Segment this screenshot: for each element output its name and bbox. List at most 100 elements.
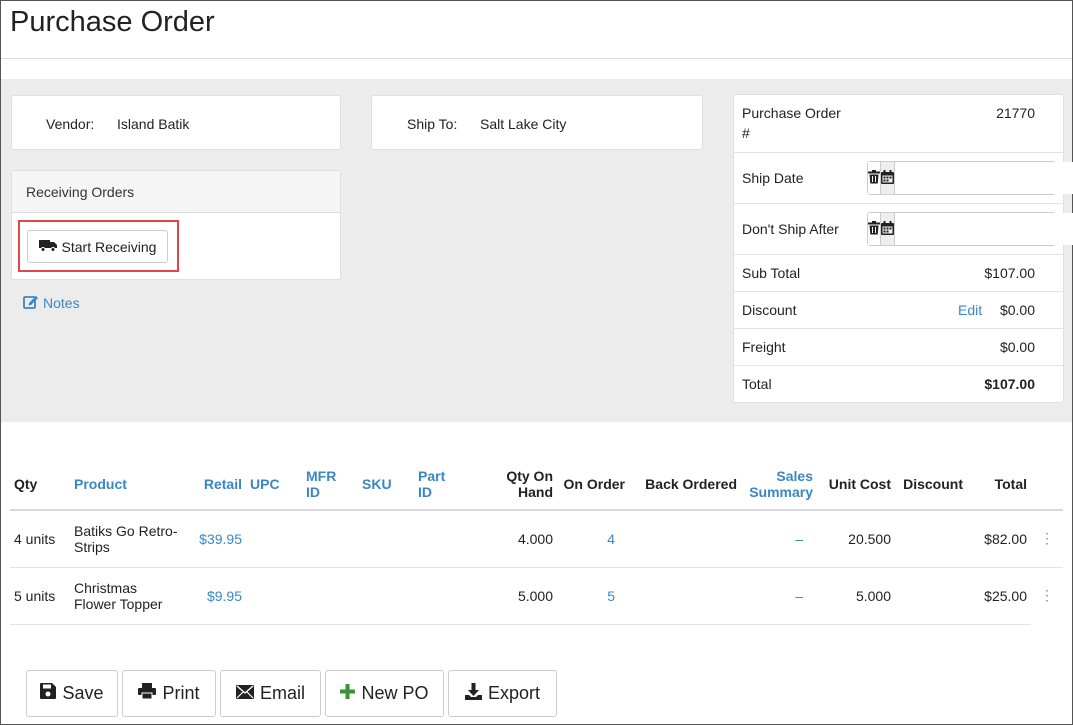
row-sku xyxy=(358,567,414,625)
notes-label: Notes xyxy=(43,295,80,311)
row-on-order[interactable]: 5 xyxy=(557,567,629,625)
new-po-button[interactable]: New PO xyxy=(325,670,444,717)
col-discount: Discount xyxy=(895,458,967,511)
plus-icon xyxy=(340,683,356,704)
table-row: 5 units Christmas Flower Topper $9.95 5.0… xyxy=(10,567,1063,625)
print-label: Print xyxy=(162,683,200,703)
col-back-ordered: Back Ordered xyxy=(629,458,741,511)
dont-ship-after-row: Don't Ship After xyxy=(734,204,1073,255)
subtotal-label: Sub Total xyxy=(742,265,801,281)
col-on-order: On Order xyxy=(557,458,629,511)
row-part-id xyxy=(414,510,466,568)
ship-date-input[interactable] xyxy=(895,162,1073,194)
total-row: Total $107.00 xyxy=(734,366,1063,403)
row-product: Batiks Go Retro- Strips xyxy=(70,510,188,568)
col-part-id-line2: ID xyxy=(418,483,432,500)
col-mfr-id-line1: MFR xyxy=(306,467,337,484)
col-upc[interactable]: UPC xyxy=(246,458,302,511)
row-mfr-id xyxy=(302,510,358,568)
save-button[interactable]: Save xyxy=(26,670,118,717)
po-number-label-hash: # xyxy=(742,125,750,141)
col-product[interactable]: Product xyxy=(70,458,188,511)
envelope-icon xyxy=(235,683,254,704)
vertical-dots-icon[interactable]: ⋮ xyxy=(1031,510,1063,568)
edit-icon xyxy=(23,294,39,312)
calendar-icon xyxy=(881,169,894,187)
discount-row: Discount Edit $0.00 xyxy=(734,292,1063,329)
row-on-order[interactable]: 4 xyxy=(557,510,629,568)
col-sales-summary-line2: Summary xyxy=(749,483,813,500)
ship-to-card: Ship To: Salt Lake City xyxy=(371,95,703,150)
col-part-id[interactable]: Part ID xyxy=(414,458,466,511)
row-upc xyxy=(246,510,302,568)
ship-date-picker xyxy=(867,161,1073,195)
row-discount xyxy=(895,510,967,568)
col-retail[interactable]: Retail xyxy=(188,458,246,511)
row-product: Christmas Flower Topper xyxy=(70,567,188,625)
total-label: Total xyxy=(742,376,772,392)
col-sku[interactable]: SKU xyxy=(358,458,414,511)
col-qty-on-hand: Qty On Hand xyxy=(466,458,557,511)
export-button[interactable]: Export xyxy=(448,670,557,717)
discount-label: Discount xyxy=(742,302,797,318)
ship-to-label: Ship To: xyxy=(407,116,458,132)
print-button[interactable]: Print xyxy=(122,670,216,717)
row-qty: 5 units xyxy=(10,567,70,625)
ship-date-clear-button[interactable] xyxy=(868,162,881,194)
new-po-label: New PO xyxy=(361,683,429,703)
trash-icon xyxy=(868,169,880,187)
start-receiving-label: Start Receiving xyxy=(61,238,157,255)
row-qty-on-hand: 4.000 xyxy=(466,510,557,568)
row-product-line2: Flower Topper xyxy=(74,595,163,612)
title-divider xyxy=(1,58,1072,59)
dont-ship-after-label: Don't Ship After xyxy=(742,221,839,237)
row-unit-cost: 20.500 xyxy=(817,510,895,568)
email-label: Email xyxy=(259,683,305,703)
row-part-id xyxy=(414,567,466,625)
total-value: $107.00 xyxy=(984,376,1035,392)
line-items-table: Qty Product Retail UPC MFR ID SKU Part ID … xyxy=(10,458,1063,625)
dont-ship-after-calendar-button[interactable] xyxy=(881,213,895,245)
discount-edit-link[interactable]: Edit xyxy=(958,302,982,318)
row-back-ordered xyxy=(629,567,741,625)
discount-value: $0.00 xyxy=(999,302,1035,318)
col-actions xyxy=(1031,458,1063,511)
col-sales-summary[interactable]: Sales Summary xyxy=(741,458,817,511)
freight-label: Freight xyxy=(742,339,786,355)
row-product-line1: Batiks Go Retro- xyxy=(74,522,178,539)
dont-ship-after-input[interactable] xyxy=(895,213,1073,245)
ship-date-label: Ship Date xyxy=(742,170,804,186)
row-sales-summary[interactable]: – xyxy=(741,567,817,625)
col-qty: Qty xyxy=(10,458,70,511)
receiving-orders-card: Receiving Orders Start Receiving xyxy=(11,170,341,280)
download-icon xyxy=(464,682,482,705)
row-qty-on-hand: 5.000 xyxy=(466,567,557,625)
vendor-label: Vendor: xyxy=(46,116,95,132)
page-title: Purchase Order xyxy=(10,6,215,38)
print-icon xyxy=(138,683,157,704)
notes-link[interactable]: Notes xyxy=(23,294,80,312)
row-retail[interactable]: $9.95 xyxy=(188,567,246,625)
vendor-value: Island Batik xyxy=(117,116,190,132)
row-retail[interactable]: $39.95 xyxy=(188,510,246,568)
po-number-value: 21770 xyxy=(996,105,1035,121)
col-total: Total xyxy=(967,458,1031,511)
col-mfr-id[interactable]: MFR ID xyxy=(302,458,358,511)
vertical-dots-icon[interactable]: ⋮ xyxy=(1031,567,1063,624)
row-total: $82.00 xyxy=(967,510,1031,568)
subtotal-value: $107.00 xyxy=(984,265,1035,281)
col-sales-summary-line1: Sales xyxy=(776,467,813,484)
row-mfr-id xyxy=(302,567,358,625)
dont-ship-after-clear-button[interactable] xyxy=(868,213,881,245)
row-unit-cost: 5.000 xyxy=(817,567,895,625)
row-qty: 4 units xyxy=(10,510,70,568)
save-icon xyxy=(40,683,57,704)
email-button[interactable]: Email xyxy=(220,670,321,717)
start-receiving-button[interactable]: Start Receiving xyxy=(27,230,168,263)
save-label: Save xyxy=(62,683,104,703)
trash-icon xyxy=(868,220,880,238)
freight-row: Freight $0.00 xyxy=(734,329,1063,366)
row-total: $25.00 xyxy=(967,567,1031,625)
row-sales-summary[interactable]: – xyxy=(741,510,817,568)
ship-date-calendar-button[interactable] xyxy=(881,162,895,194)
